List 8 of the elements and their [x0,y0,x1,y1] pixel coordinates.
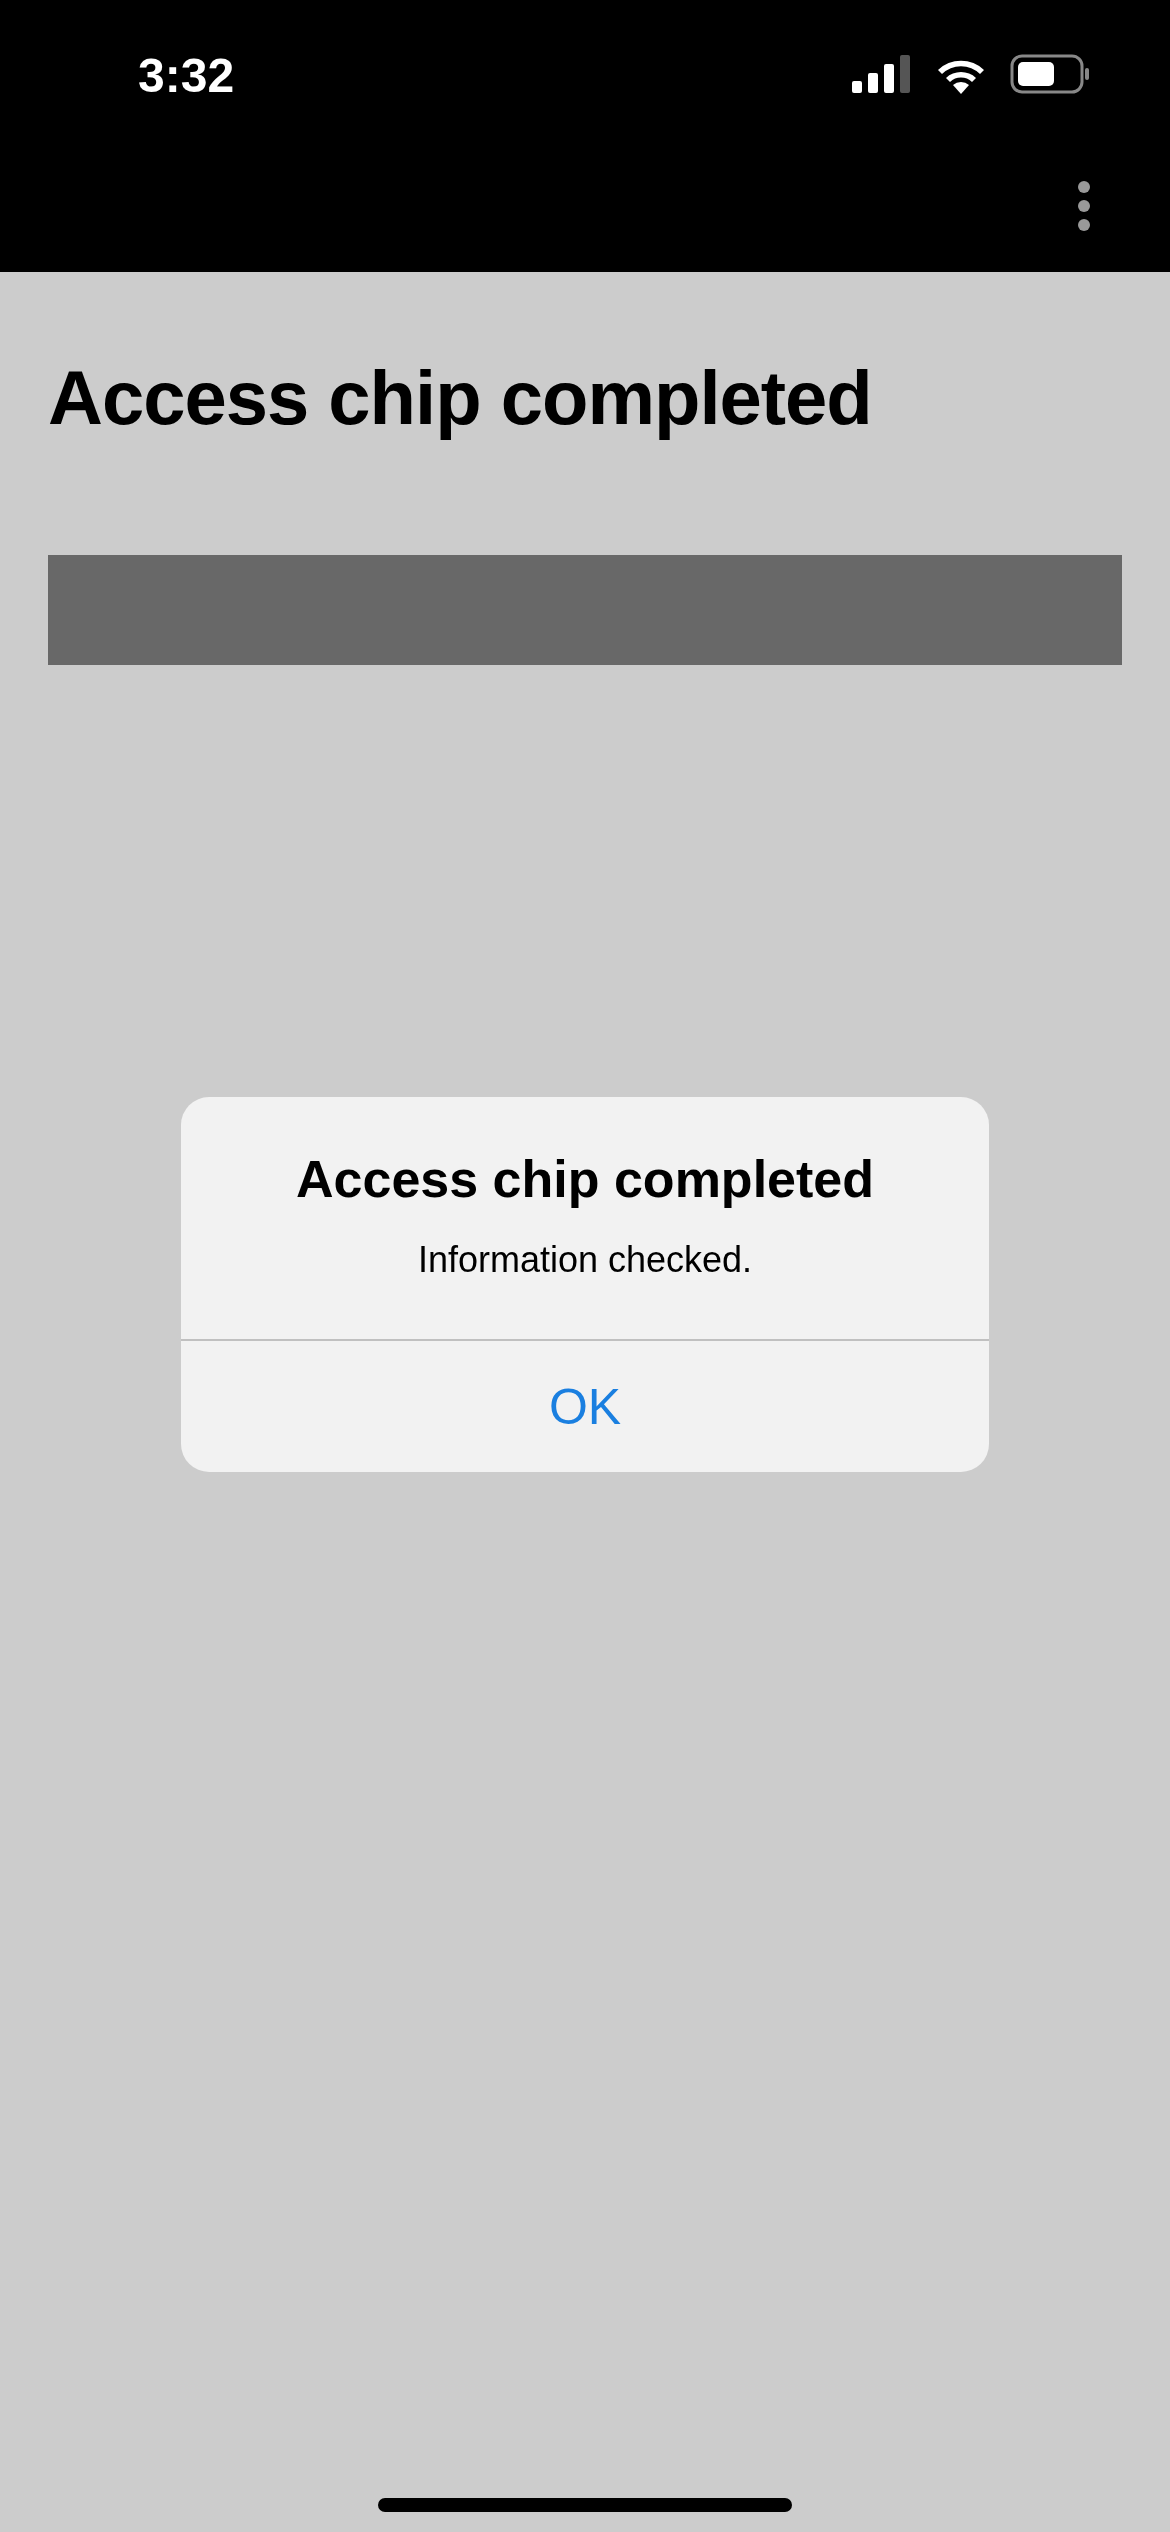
ok-button[interactable]: OK [181,1341,989,1472]
signal-icon [852,55,912,93]
page-title: Access chip completed [48,354,873,442]
more-options-icon[interactable] [1076,180,1092,232]
battery-icon [1010,54,1090,94]
alert-title: Access chip completed [296,1149,874,1209]
alert-message: Information checked. [417,1239,753,1281]
status-time: 3:32 [138,47,235,103]
